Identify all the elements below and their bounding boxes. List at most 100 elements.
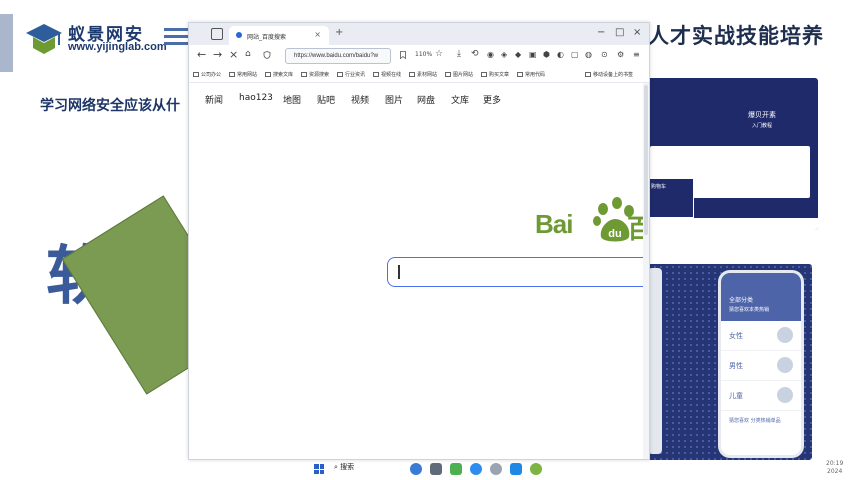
extension-icon[interactable]: ▢ xyxy=(571,50,579,59)
stop-button[interactable]: × xyxy=(229,48,238,61)
bookmark-folder[interactable]: 图片网站 xyxy=(445,71,473,78)
graduation-cap-icon xyxy=(26,24,62,54)
extension-icon[interactable]: ⬢ xyxy=(543,50,550,59)
new-tab-button[interactable]: + xyxy=(335,27,343,38)
bookmark-folder[interactable]: 资源搜索 xyxy=(301,71,329,78)
taskbar-app-icon[interactable] xyxy=(450,463,462,475)
page-scrollbar[interactable] xyxy=(643,83,649,459)
slide-title: 人才实战技能培养 xyxy=(648,24,824,48)
settings-icon[interactable]: ⚙ xyxy=(617,50,624,59)
bookmark-label: 行业资讯 xyxy=(345,72,366,78)
shield-icon[interactable] xyxy=(263,51,271,59)
taskbar-app-icon[interactable] xyxy=(530,463,542,475)
thumb-strip xyxy=(646,218,818,230)
logo-url: www.yijinglab.com xyxy=(68,41,167,53)
minimize-button[interactable]: − xyxy=(597,27,605,38)
clock-time: 20:19 xyxy=(826,460,844,467)
scrollbar-thumb[interactable] xyxy=(644,85,648,235)
extension-icon[interactable]: ▣ xyxy=(529,50,537,59)
tab-bar: 网站_百度搜索 × + − □ × xyxy=(189,23,649,45)
bookmark-label: 搜索文库 xyxy=(273,72,294,78)
taskbar-app-icon[interactable] xyxy=(410,463,422,475)
bookmark-folder-mobile[interactable]: 移动设备上的书签 xyxy=(585,71,633,78)
taskbar-app-icon[interactable] xyxy=(510,463,522,475)
taskbar-app-icon[interactable] xyxy=(430,463,442,475)
taskbar: ⌕ 搜索 xyxy=(300,460,560,480)
avatar-icon xyxy=(777,387,793,403)
bookmark-folder[interactable]: 购买文章 xyxy=(481,71,509,78)
baidu-logo: Bai du 百 xyxy=(535,197,649,244)
address-bar[interactable]: https://www.baidu.com/baidu?w xyxy=(285,48,391,64)
thumb-tag: 购物车 xyxy=(651,184,667,190)
nav-link-image[interactable]: 图片 xyxy=(385,93,403,106)
zoom-level[interactable]: 110% xyxy=(415,51,432,58)
taskbar-search[interactable]: ⌕ 搜索 xyxy=(334,462,354,472)
text-caret xyxy=(398,265,400,279)
nav-link-map[interactable]: 地图 xyxy=(283,93,301,106)
history-icon[interactable]: ⟲ xyxy=(471,49,479,59)
window-close-button[interactable]: × xyxy=(633,27,641,38)
tab-list-icon[interactable] xyxy=(211,28,223,40)
thumbnail-web-page: 爆贝开素 入门教程 模块 模块 模块 购物车 xyxy=(646,78,818,230)
bookmark-label: 视频在线 xyxy=(381,72,402,78)
phone-header: 全部分类 猜您喜欢本类热销 xyxy=(721,273,801,321)
decorative-lines xyxy=(164,28,190,52)
taskbar-search-label: 搜索 xyxy=(340,463,355,471)
nav-link-pan[interactable]: 网盘 xyxy=(417,93,435,106)
folder-icon xyxy=(585,72,591,77)
extension-icon[interactable]: ◆ xyxy=(515,50,521,59)
bookmark-folder[interactable]: 公司办公 xyxy=(193,71,221,78)
thumb-subpanel: 购物车 xyxy=(646,178,694,218)
home-icon[interactable]: ⌂ xyxy=(245,49,251,59)
phone-row-label: 儿童 xyxy=(729,392,743,400)
nav-link-tieba[interactable]: 贴吧 xyxy=(317,93,335,106)
tab-baidu[interactable]: 网站_百度搜索 × xyxy=(229,26,329,45)
download-icon[interactable]: ⤓ xyxy=(457,49,461,59)
folder-icon xyxy=(517,72,523,77)
phone-header-title: 全部分类 xyxy=(729,297,754,304)
tab-close-icon[interactable]: × xyxy=(314,30,321,39)
windows-start-icon[interactable] xyxy=(314,464,324,474)
nav-link-news[interactable]: 新闻 xyxy=(205,93,223,106)
maximize-button[interactable]: □ xyxy=(615,27,624,38)
nav-link-more[interactable]: 更多 xyxy=(483,93,501,106)
browser-window: 网站_百度搜索 × + − □ × ← → × ⌂ https://www.ba… xyxy=(188,22,650,460)
extension-icon[interactable]: ⊙ xyxy=(601,50,608,59)
nav-link-hao123[interactable]: hao123 xyxy=(239,93,273,103)
back-button[interactable]: ← xyxy=(197,48,206,61)
bookmark-label: 资源搜索 xyxy=(309,72,330,78)
bookmark-folder[interactable]: 视频在线 xyxy=(373,71,401,78)
folder-icon xyxy=(301,72,307,77)
bookmark-folder[interactable]: 素材网站 xyxy=(409,71,437,78)
bookmark-label: 素材网站 xyxy=(417,72,438,78)
extension-icon[interactable]: ◈ xyxy=(501,50,507,59)
phone-mockup: 全部分类 猜您喜欢本类热销 女性 男性 儿童 猜您喜欢 分类热销单品 xyxy=(718,270,804,458)
bookmark-folder[interactable]: 行业资讯 xyxy=(337,71,365,78)
extension-icon[interactable]: ◐ xyxy=(557,50,564,59)
search-input[interactable] xyxy=(387,257,649,287)
phone-category-row: 儿童 xyxy=(721,381,801,411)
extension-icon[interactable]: ◉ xyxy=(487,50,494,59)
bookmark-folder[interactable]: 常用网站 xyxy=(229,71,257,78)
baidu-logo-du: du xyxy=(608,228,621,240)
thumb-banner-text: 爆贝开素 xyxy=(748,111,776,119)
bookmark-label: 常用代码 xyxy=(525,72,546,78)
bookmark-icon[interactable] xyxy=(399,51,407,59)
folder-icon xyxy=(373,72,379,77)
thumbnail-mobile-design: 全部分类 猜您喜欢本类热销 女性 男性 儿童 猜您喜欢 分类热销单品 xyxy=(646,264,812,460)
forward-button[interactable]: → xyxy=(213,48,222,61)
taskbar-app-icon[interactable] xyxy=(490,463,502,475)
bookmark-folder[interactable]: 常用代码 xyxy=(517,71,545,78)
folder-icon xyxy=(337,72,343,77)
folder-icon xyxy=(265,72,271,77)
extension-icon[interactable]: ◍ xyxy=(585,50,592,59)
phone-row-label: 男性 xyxy=(729,362,743,370)
nav-link-video[interactable]: 视频 xyxy=(351,93,369,106)
bookmark-folder[interactable]: 搜索文库 xyxy=(265,71,293,78)
star-icon[interactable]: ☆ xyxy=(435,49,443,59)
menu-icon[interactable]: ≡ xyxy=(633,50,640,59)
taskbar-app-icon[interactable] xyxy=(470,463,482,475)
folder-icon xyxy=(409,72,415,77)
nav-link-wenku[interactable]: 文库 xyxy=(451,93,469,106)
thumb-left-strip xyxy=(648,268,662,454)
